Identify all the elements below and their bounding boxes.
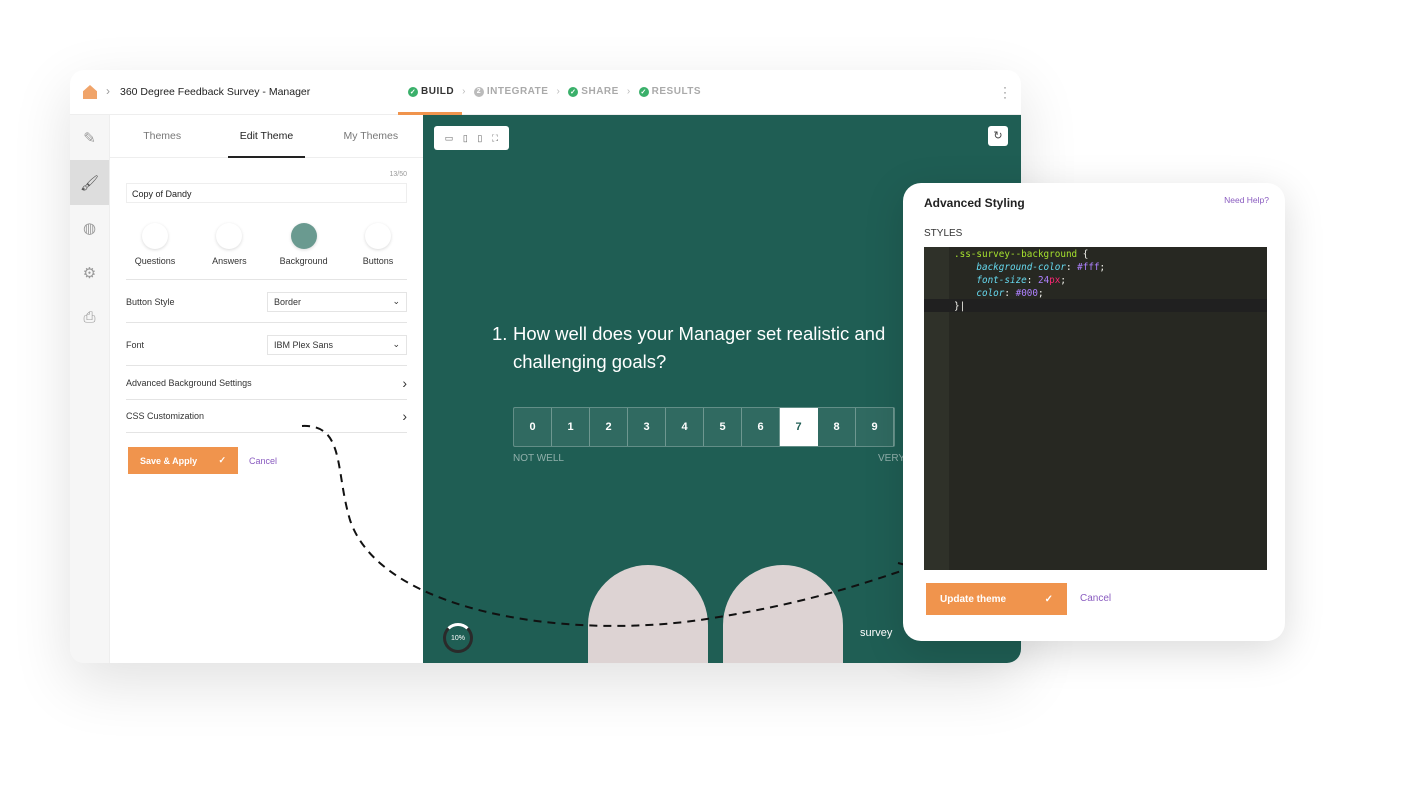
css-editor[interactable]: .ss-survey--background { background-colo…: [924, 247, 1267, 570]
advanced-styling-modal: Advanced Styling Need Help? STYLES .ss-s…: [903, 183, 1285, 641]
check-icon: ✓: [1044, 593, 1053, 605]
modal-title: Advanced Styling: [924, 196, 1025, 210]
cancel-link[interactable]: Cancel: [1080, 593, 1111, 604]
styles-label: STYLES: [924, 228, 963, 239]
update-theme-button[interactable]: Update theme ✓: [926, 583, 1067, 615]
need-help-link[interactable]: Need Help?: [1224, 195, 1269, 205]
